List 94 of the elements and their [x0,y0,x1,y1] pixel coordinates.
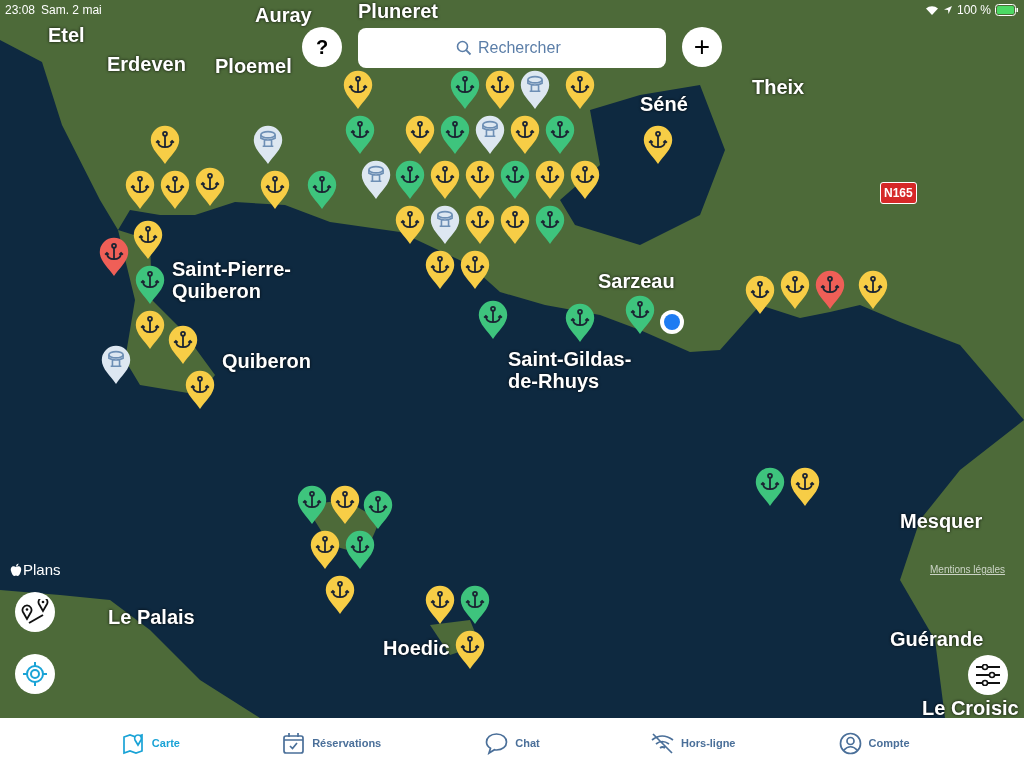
anchor-map-pin[interactable] [344,114,376,155]
anchor-map-pin[interactable] [569,159,601,200]
tab[interactable]: Compte [783,718,964,768]
anchor-map-pin[interactable] [744,274,776,315]
logo-icon [10,563,22,578]
anchor-map-pin[interactable] [779,269,811,310]
anchor-map-pin[interactable] [509,114,541,155]
location-arrow-icon [942,5,953,15]
search-input[interactable]: Rechercher [478,36,568,60]
status-time: 23:08 [5,2,36,19]
anchor-map-pin[interactable] [124,169,156,210]
anchor-map-pin[interactable] [159,169,191,210]
anchor-map-pin[interactable] [342,69,374,110]
place-label: Le Palais [108,606,195,628]
anchor-map-pin[interactable] [454,629,486,670]
place-label: Pluneret [358,0,439,22]
route-pins-icon [21,599,49,625]
anchor-map-pin[interactable] [459,584,491,625]
place-label: Theix [752,76,805,98]
search-icon [456,40,472,56]
anchor-map-pin[interactable] [424,584,456,625]
battery-icon [995,4,1019,16]
place-label: Saint-Pierre-Quiberon [172,258,292,302]
anchor-map-pin[interactable] [459,249,491,290]
anchor-map-pin[interactable] [134,264,166,305]
target-icon [22,661,48,687]
anchor-map-pin[interactable] [134,309,166,350]
anchor-map-pin[interactable] [499,159,531,200]
place-label: Mesquer [900,510,983,532]
anchor-map-pin[interactable] [329,484,361,525]
anchor-map-pin[interactable] [564,302,596,343]
anchor-map-pin[interactable] [309,529,341,570]
anchor-map-pin[interactable] [477,299,509,340]
sliders-icon [975,664,1001,686]
place-label: Quiberon [222,350,311,372]
anchor-map-pin[interactable] [534,159,566,200]
tab[interactable]: Carte [60,718,241,768]
anchor-map-pin[interactable] [344,529,376,570]
person-icon [837,730,863,756]
wifi-icon [924,4,939,16]
anchor-map-pin[interactable] [544,114,576,155]
tab[interactable]: Chat [421,718,603,768]
road-sign: N165 [880,182,917,204]
place-label: Hoedic [383,637,450,659]
anchor-map-pin[interactable] [464,159,496,200]
search-field[interactable]: Rechercher [358,28,666,68]
anchor-map-pin[interactable] [184,369,216,410]
anchor-map-pin[interactable] [306,169,338,210]
place-label: Séné [640,93,688,115]
anchor-map-pin[interactable] [296,484,328,525]
anchor-map-pin[interactable] [484,69,516,110]
anchor-map-pin[interactable] [534,204,566,245]
anchor-map-pin[interactable] [394,204,426,245]
status-date: Sam. 2 mai [41,2,102,19]
legal-notice-link[interactable]: Mentions légales [930,562,1006,577]
anchor-map-pin[interactable] [259,169,291,210]
anchor-map-pin[interactable] [149,124,181,165]
battery-percentage: 100 % [956,2,991,19]
anchor-map-pin[interactable] [642,124,674,165]
anchor-map-pin[interactable] [499,204,531,245]
anchor-map-pin[interactable] [132,219,164,260]
wifi-off-icon [650,730,676,756]
anchor-map-pin[interactable] [449,69,481,110]
anchor-map-pin[interactable] [789,466,821,507]
place-label: Le Croisic [922,697,1019,718]
anchor-map-pin[interactable] [167,324,199,365]
anchor-map-pin[interactable] [394,159,426,200]
anchor-map-pin[interactable] [439,114,471,155]
buoy-map-pin[interactable] [100,344,132,385]
anchor-map-pin[interactable] [424,249,456,290]
anchor-map-pin[interactable] [429,159,461,200]
place-label: Sarzeau [598,270,675,292]
anchor-map-pin[interactable] [564,69,596,110]
place-label: Auray [255,4,312,26]
place-label: Ploemel [215,55,292,77]
tab[interactable]: Hors-ligne [602,718,784,768]
chat-bubble-icon [484,730,510,756]
calendar-check-icon [281,730,307,756]
anchor-map-pin[interactable] [754,466,786,507]
anchor-map-pin[interactable] [857,269,889,310]
anchor-map-pin[interactable] [98,236,130,277]
place-label: Saint-Gildas-de-Rhuys [508,348,633,392]
anchor-map-pin[interactable] [464,204,496,245]
map-attribution: Plans [23,560,61,580]
anchor-map-pin[interactable] [362,489,394,530]
tab[interactable]: Réservations [240,718,422,768]
anchor-map-pin[interactable] [624,294,656,335]
anchor-map-pin[interactable] [194,166,226,207]
anchor-map-pin[interactable] [404,114,436,155]
place-label: Erdeven [107,53,186,75]
place-label: Guérande [890,628,984,650]
anchor-map-pin[interactable] [814,269,846,310]
anchor-map-pin[interactable] [324,574,356,615]
place-label: Etel [48,24,85,46]
